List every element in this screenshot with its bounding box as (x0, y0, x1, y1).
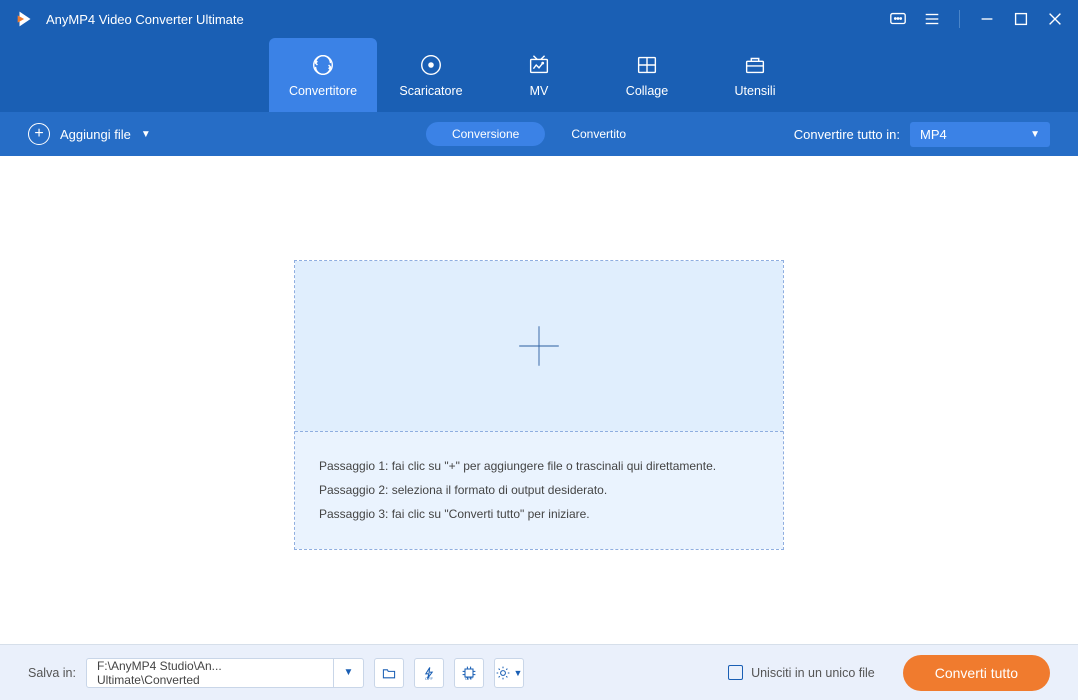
convert-all-format: Convertire tutto in: MP4 ▼ (794, 122, 1050, 147)
step-3: Passaggio 3: fai clic su "Converti tutto… (319, 505, 759, 524)
add-file-label: Aggiungi file (60, 127, 131, 142)
save-in-label: Salva in: (28, 666, 76, 680)
nav-tab-converter[interactable]: Convertitore (269, 38, 377, 112)
dropzone-add-area[interactable] (295, 261, 783, 431)
toolbar: + Aggiungi file ▼ Conversione Convertito… (0, 112, 1078, 156)
converter-icon (310, 52, 336, 78)
maximize-icon[interactable] (1012, 10, 1030, 28)
bottom-bar: Salva in: F:\AnyMP4 Studio\An... Ultimat… (0, 644, 1078, 700)
nav-label: Scaricatore (399, 84, 462, 98)
minimize-icon[interactable] (978, 10, 996, 28)
menu-icon[interactable] (923, 10, 941, 28)
main-area: Passaggio 1: fai clic su "+" per aggiung… (0, 156, 1078, 644)
save-path-dropdown[interactable]: ▼ (333, 659, 363, 687)
plus-icon (512, 319, 566, 373)
nav-tab-downloader[interactable]: Scaricatore (377, 38, 485, 112)
main-nav: Convertitore Scaricatore MV Collage Uten… (0, 38, 1078, 112)
folder-icon (381, 665, 397, 681)
nav-label: Convertitore (289, 84, 357, 98)
svg-text:OFF: OFF (425, 676, 434, 681)
feedback-icon[interactable] (889, 10, 907, 28)
merge-label: Unisciti in un unico file (751, 666, 875, 680)
nav-label: MV (530, 84, 549, 98)
settings-button[interactable]: ▼ (494, 658, 524, 688)
plus-circle-icon: + (28, 123, 50, 145)
title-controls (889, 10, 1064, 28)
chip-icon: OFF (461, 665, 477, 681)
nav-label: Utensili (735, 84, 776, 98)
step-2: Passaggio 2: seleziona il formato di out… (319, 481, 759, 500)
checkbox-icon (728, 665, 743, 680)
toolbox-icon (742, 52, 768, 78)
dropzone: Passaggio 1: fai clic su "+" per aggiung… (294, 260, 784, 551)
nav-tab-collage[interactable]: Collage (593, 38, 701, 112)
close-icon[interactable] (1046, 10, 1064, 28)
format-selected-value: MP4 (920, 127, 947, 142)
collage-icon (634, 52, 660, 78)
mv-icon (526, 52, 552, 78)
app-title: AnyMP4 Video Converter Ultimate (46, 12, 889, 27)
chevron-down-icon: ▼ (513, 668, 522, 678)
convert-all-button[interactable]: Converti tutto (903, 655, 1050, 691)
lightning-icon: OFF (421, 665, 437, 681)
gear-icon (495, 665, 511, 681)
downloader-icon (418, 52, 444, 78)
divider (959, 10, 960, 28)
nav-tab-tools[interactable]: Utensili (701, 38, 809, 112)
add-file-button[interactable]: + Aggiungi file ▼ (28, 123, 151, 145)
speed-button[interactable]: OFF (414, 658, 444, 688)
step-1: Passaggio 1: fai clic su "+" per aggiung… (319, 457, 759, 476)
save-path-select: F:\AnyMP4 Studio\An... Ultimate\Converte… (86, 658, 364, 688)
chevron-down-icon: ▼ (141, 129, 151, 140)
nav-label: Collage (626, 84, 668, 98)
app-logo-icon (14, 8, 36, 30)
segment-converted[interactable]: Convertito (545, 122, 652, 146)
open-folder-button[interactable] (374, 658, 404, 688)
save-path-value: F:\AnyMP4 Studio\An... Ultimate\Converte… (87, 659, 333, 687)
convert-all-label: Convertire tutto in: (794, 127, 900, 142)
format-select[interactable]: MP4 ▼ (910, 122, 1050, 147)
svg-text:OFF: OFF (465, 676, 474, 681)
segment-conversion[interactable]: Conversione (426, 122, 545, 146)
segment-control: Conversione Convertito (426, 122, 652, 146)
merge-checkbox[interactable]: Unisciti in un unico file (728, 665, 875, 680)
dropzone-instructions: Passaggio 1: fai clic su "+" per aggiung… (295, 431, 783, 550)
title-bar: AnyMP4 Video Converter Ultimate (0, 0, 1078, 38)
nav-tab-mv[interactable]: MV (485, 38, 593, 112)
chevron-down-icon: ▼ (1030, 129, 1040, 140)
gpu-button[interactable]: OFF (454, 658, 484, 688)
